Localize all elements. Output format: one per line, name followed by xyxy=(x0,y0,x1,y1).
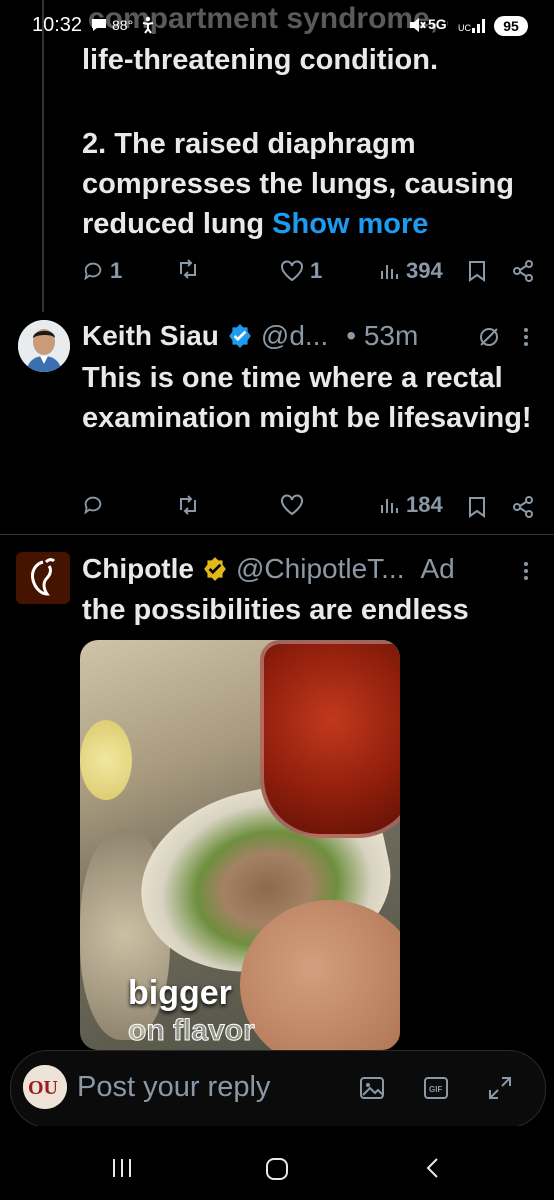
views-button[interactable]: 394 xyxy=(380,258,443,284)
back-icon[interactable] xyxy=(422,1156,442,1185)
verified-badge-icon xyxy=(229,324,251,348)
heart-icon xyxy=(281,494,303,516)
grok-icon[interactable] xyxy=(478,326,500,353)
network-type: 5G xyxy=(428,16,447,32)
mute-icon xyxy=(408,16,426,39)
bookmark-icon xyxy=(469,497,485,518)
more-options-icon[interactable] xyxy=(522,326,530,353)
ad-header: Chipotle @ChipotleT... Ad xyxy=(82,553,512,585)
reply-icon xyxy=(84,496,102,515)
battery-indicator: 95 xyxy=(494,16,528,36)
reply-icon xyxy=(84,262,102,281)
chipotle-avatar[interactable] xyxy=(16,552,70,604)
share-button[interactable] xyxy=(512,260,534,282)
media-caption-line1: bigger xyxy=(128,974,232,1012)
ad-author-handle[interactable]: @ChipotleT... xyxy=(236,553,405,585)
repost-icon xyxy=(180,259,196,279)
more-options-icon[interactable] xyxy=(522,560,530,587)
media-salsa-cup xyxy=(260,640,400,838)
bookmark-icon xyxy=(469,261,485,282)
repost-button[interactable] xyxy=(176,258,200,280)
ad-author-name[interactable]: Chipotle xyxy=(82,553,194,585)
heart-icon xyxy=(281,260,303,282)
chipotle-pepper-logo-icon xyxy=(31,558,56,596)
recent-apps-icon[interactable] xyxy=(110,1156,134,1185)
views-button[interactable]: 184 xyxy=(380,492,443,518)
gif-icon[interactable]: GIF xyxy=(423,1075,449,1106)
image-icon[interactable] xyxy=(359,1075,385,1106)
svg-text:UC: UC xyxy=(458,23,471,33)
like-button[interactable]: 1 xyxy=(280,258,322,284)
author-name[interactable]: Keith Siau xyxy=(82,320,219,352)
reply-composer[interactable]: OU Post your reply GIF xyxy=(10,1050,546,1128)
share-icon xyxy=(513,496,533,518)
repost-icon xyxy=(180,495,196,515)
like-count: 1 xyxy=(310,258,323,283)
tweet-header: Keith Siau @d... • 53m xyxy=(82,320,542,352)
svg-text:OU: OU xyxy=(28,1077,58,1099)
previous-tweet-text-line1: life-threatening condition. xyxy=(82,44,439,76)
tweet-time: • 53m xyxy=(346,320,419,351)
avatar[interactable] xyxy=(18,320,70,372)
verified-gold-badge-icon xyxy=(204,557,226,581)
thread-line xyxy=(42,0,44,312)
home-icon[interactable] xyxy=(264,1156,290,1187)
oklahoma-logo-icon: OU xyxy=(23,1065,67,1109)
author-handle[interactable]: @d... xyxy=(261,320,328,352)
user-avatar: OU xyxy=(23,1065,67,1109)
status-time: 10:32 xyxy=(32,14,83,36)
bookmark-button[interactable] xyxy=(468,496,486,518)
message-icon xyxy=(90,17,108,38)
reply-button[interactable]: 1 xyxy=(82,258,122,284)
views-icon xyxy=(381,499,398,513)
system-nav-bar xyxy=(0,1126,554,1200)
signal-icon: UC xyxy=(458,15,488,40)
reply-input[interactable]: Post your reply xyxy=(77,1071,270,1104)
tweet-text: This is one time where a rectal examinat… xyxy=(82,362,532,434)
expand-icon[interactable] xyxy=(487,1075,513,1106)
share-button[interactable] xyxy=(512,496,534,518)
media-caption-line2: on flavor xyxy=(128,1014,256,1048)
share-icon xyxy=(513,260,533,282)
avatar-image xyxy=(18,320,70,372)
views-count: 394 xyxy=(406,258,443,283)
ad-label: Ad xyxy=(420,553,455,584)
temperature: 88° xyxy=(112,17,134,33)
bookmark-button[interactable] xyxy=(468,260,486,282)
previous-tweet-text: 2. The raised diaphragm compresses the l… xyxy=(82,124,542,244)
views-count: 184 xyxy=(406,492,443,517)
reply-count: 1 xyxy=(110,258,123,283)
ad-text: the possibilities are endless xyxy=(82,594,469,626)
accessibility-icon xyxy=(140,16,156,39)
ad-media-video[interactable]: bigger on flavor xyxy=(80,640,400,1050)
views-icon xyxy=(381,265,398,279)
divider xyxy=(0,534,554,535)
repost-button[interactable] xyxy=(176,494,200,516)
reply-button[interactable] xyxy=(82,494,104,516)
svg-text:GIF: GIF xyxy=(429,1085,442,1094)
media-dip xyxy=(80,720,132,800)
like-button[interactable] xyxy=(280,494,304,516)
show-more-link[interactable]: Show more xyxy=(272,208,428,240)
